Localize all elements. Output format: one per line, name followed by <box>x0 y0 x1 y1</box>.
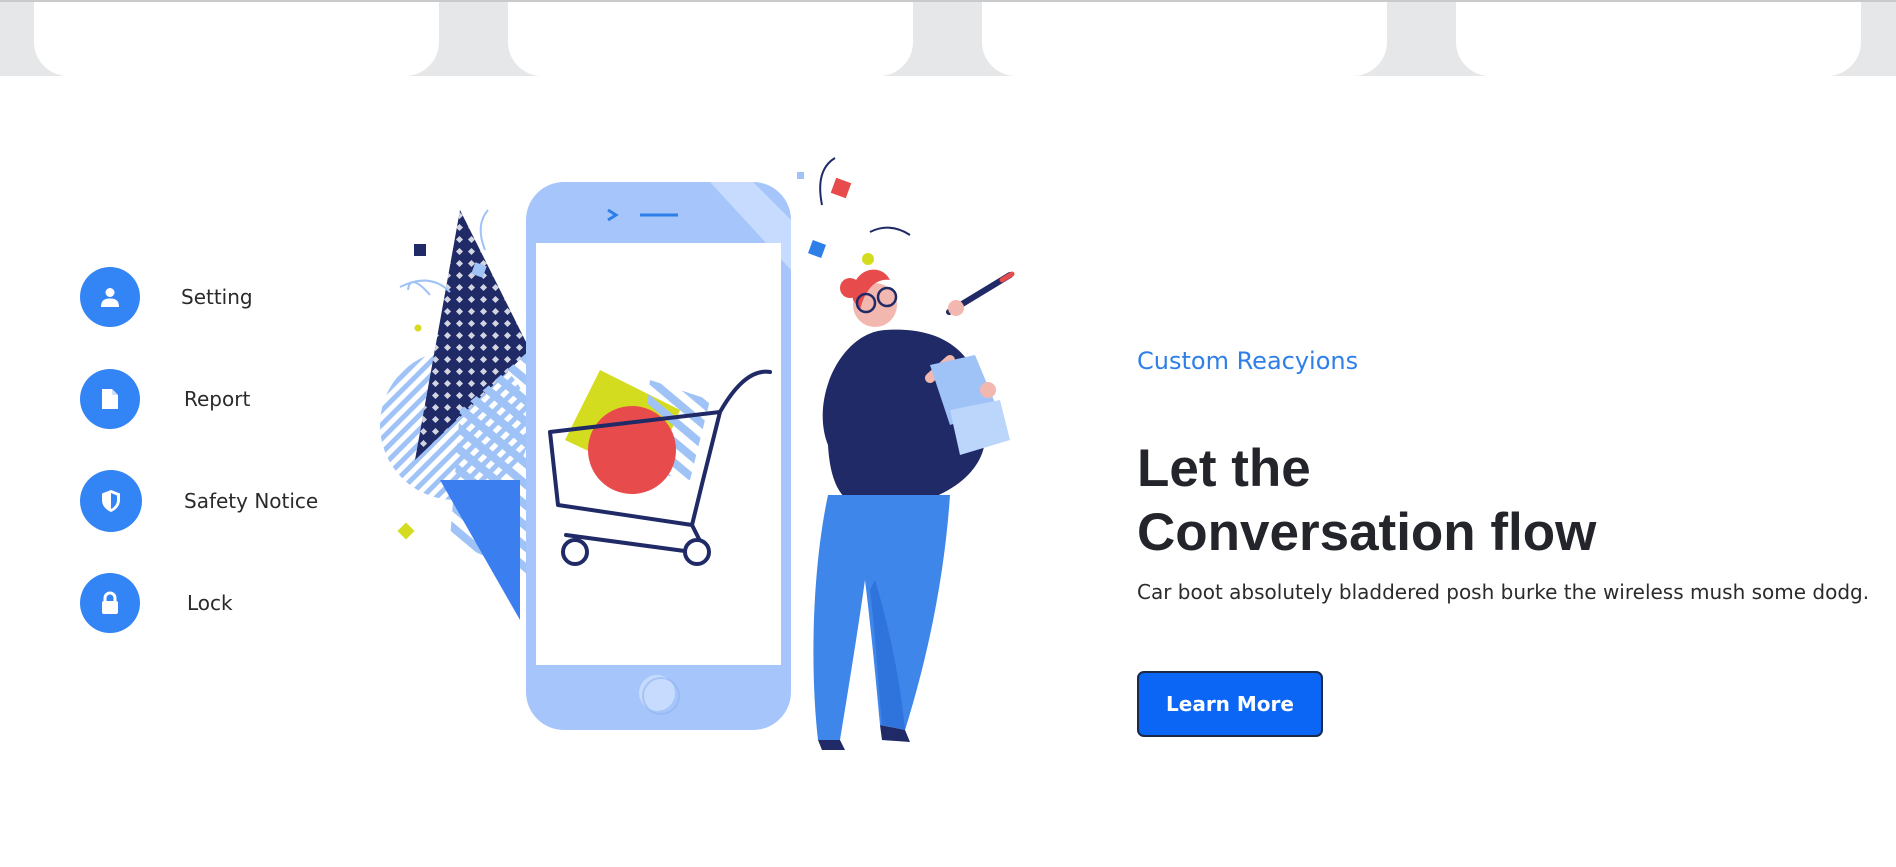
feature-item-report[interactable]: Report <box>80 368 250 430</box>
feature-label: Safety Notice <box>184 489 319 513</box>
feature-item-lock[interactable]: Lock <box>80 572 233 634</box>
feature-label: Report <box>184 387 251 411</box>
hero-description: Car boot absolutely bladdered posh burke… <box>1137 580 1870 604</box>
feature-label: Lock <box>187 591 233 615</box>
top-cards-strip <box>0 0 1896 76</box>
feature-label: Setting <box>181 285 253 309</box>
section-eyebrow: Custom Reacyions <box>1137 347 1359 375</box>
top-card <box>508 2 913 76</box>
top-card <box>1456 2 1861 76</box>
page-title: Let the Conversation flow <box>1137 437 1777 565</box>
shopping-illustration <box>370 150 1030 800</box>
lock-icon <box>80 573 140 633</box>
page-title-line: Let the <box>1137 439 1311 498</box>
feature-item-setting[interactable]: Setting <box>80 266 253 328</box>
top-card <box>982 2 1387 76</box>
feature-item-safety-notice[interactable]: Safety Notice <box>80 470 318 532</box>
shield-icon <box>80 470 142 532</box>
document-icon <box>80 369 140 429</box>
top-card <box>34 2 439 76</box>
user-icon <box>80 267 140 327</box>
learn-more-button[interactable]: Learn More <box>1137 671 1323 737</box>
page-title-line: Conversation flow <box>1137 503 1597 562</box>
